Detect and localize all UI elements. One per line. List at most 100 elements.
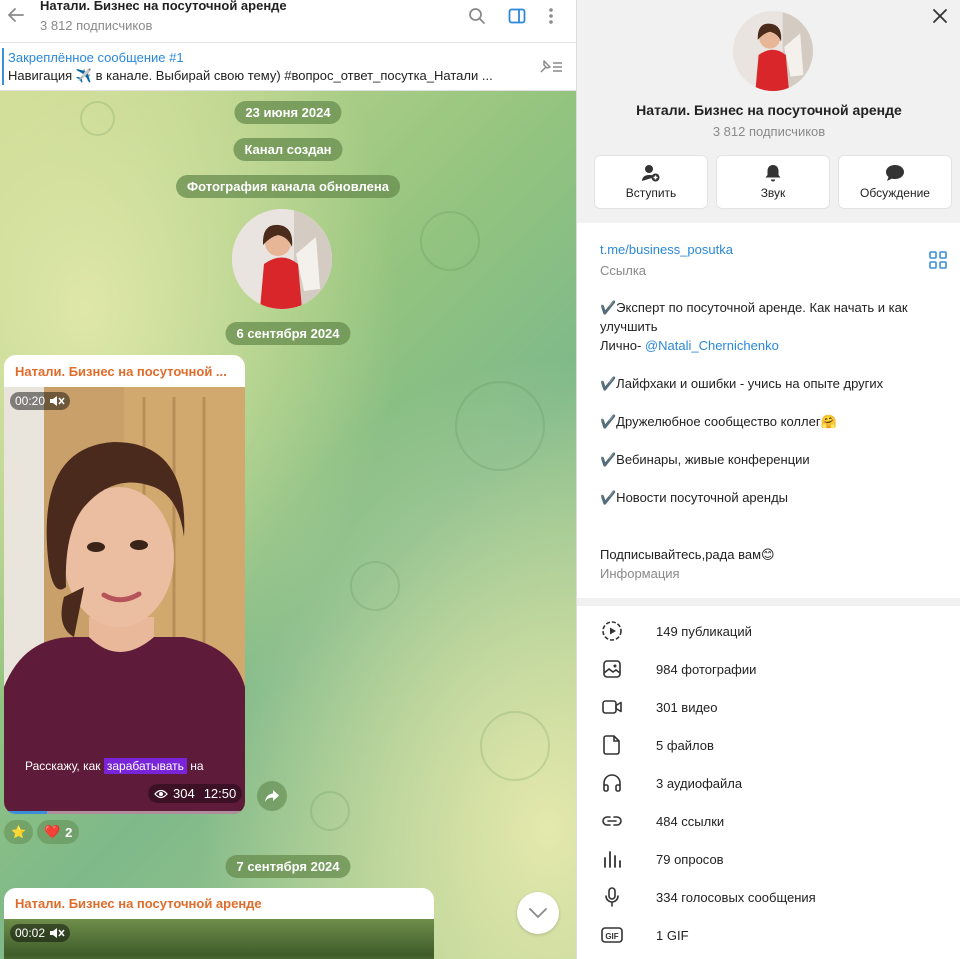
stat-audio[interactable]: 3 аудиофайла [577, 764, 960, 802]
video-player[interactable]: 00:02 [4, 919, 434, 959]
video-icon [601, 696, 623, 718]
close-button[interactable] [930, 6, 950, 26]
background-doodle [350, 561, 400, 611]
discussion-label: Обсуждение [860, 186, 930, 200]
date-separator: 6 сентября 2024 [225, 322, 351, 345]
stat-videos[interactable]: 301 видео [577, 688, 960, 726]
back-button[interactable] [6, 5, 26, 25]
channel-link[interactable]: t.me/business_posutka [600, 242, 733, 257]
description-line: ✔️Новости посуточной аренды [600, 490, 788, 505]
pinned-indicator [2, 48, 4, 85]
channel-info-card: t.me/business_posutka Ссылка ✔️Эксперт п… [577, 223, 960, 598]
stat-label: 79 опросов [656, 851, 724, 867]
message-meta: 304 12:50 [148, 784, 243, 803]
channel-photo[interactable] [232, 209, 332, 309]
star-icon: ⭐ [11, 825, 26, 839]
sidebar-toggle-button[interactable] [506, 5, 528, 27]
pin-list-icon [540, 60, 562, 73]
muted-icon [50, 396, 65, 406]
reaction-star[interactable]: ⭐ [4, 820, 33, 844]
stat-files[interactable]: 5 файлов [577, 726, 960, 764]
join-button[interactable]: Вступить [594, 155, 708, 209]
scroll-down-button[interactable] [517, 892, 559, 934]
reactions-bar: ⭐ ❤️ 2 [4, 820, 80, 844]
stat-label: 5 файлов [656, 737, 714, 753]
info-label: Информация [600, 566, 680, 581]
pinned-title: Закреплённое сообщение #1 [8, 50, 184, 65]
video-caption: Расскажу, как зарабатывать на [25, 758, 204, 774]
arrow-left-icon [8, 8, 24, 22]
link-icon [601, 810, 623, 832]
stat-label: 1 GIF [656, 927, 689, 943]
description-line: ✔️Лайфхаки и ошибки - учись на опыте дру… [600, 376, 884, 391]
description-prefix: Лично- [600, 338, 645, 353]
stat-gif[interactable]: GIF 1 GIF [577, 916, 960, 954]
stat-posts[interactable]: 149 публикаций [577, 612, 960, 650]
caption-highlight: зарабатывать [103, 758, 187, 774]
description-line: ✔️Эксперт по посуточной аренде. Как нача… [600, 300, 908, 334]
stat-label: 334 голосовых сообщения [656, 889, 816, 905]
stat-links[interactable]: 484 ссылки [577, 802, 960, 840]
service-message-created: Канал создан [233, 138, 343, 161]
view-count: 304 [173, 786, 195, 801]
discussion-button[interactable]: Обсуждение [838, 155, 952, 209]
chat-subscribers: 3 812 подписчиков [40, 18, 153, 33]
stat-polls[interactable]: 79 опросов [577, 840, 960, 878]
chat-column: Натали. Бизнес на посуточной аренде 3 81… [0, 0, 576, 959]
heart-icon: ❤️ [43, 824, 61, 839]
caption-before: Расскажу, как [25, 759, 104, 773]
reaction-count: 2 [65, 824, 73, 840]
reaction-heart[interactable]: ❤️ 2 [36, 820, 80, 844]
duration-text: 00:20 [15, 394, 46, 408]
video-player[interactable]: 00:20 Расскажу, как зарабатывать на 304 … [4, 387, 245, 814]
headphones-icon [601, 772, 623, 794]
channel-link-label: Ссылка [600, 263, 647, 278]
svg-text:GIF: GIF [605, 932, 618, 941]
video-message[interactable]: Натали. Бизнес на посуточной ... 00:20 Р… [4, 355, 245, 814]
message-author[interactable]: Натали. Бизнес на посуточной аренде [15, 896, 262, 911]
caption-after: на [186, 759, 204, 773]
eye-icon [154, 789, 168, 798]
chevron-down-icon [529, 908, 547, 918]
media-stats-list: 149 публикаций 984 фотографии 301 видео … [577, 606, 960, 959]
qr-code-button[interactable] [929, 251, 947, 269]
muted-icon [50, 928, 65, 938]
search-button[interactable] [466, 5, 488, 27]
microphone-icon [601, 886, 623, 908]
stat-label: 149 публикаций [656, 623, 752, 639]
background-doodle [480, 711, 550, 781]
sound-label: Звук [760, 186, 786, 200]
sound-button[interactable]: Звук [716, 155, 830, 209]
chat-title[interactable]: Натали. Бизнес на посуточной аренде [40, 0, 287, 13]
channel-info-panel: Натали. Бизнес на посуточной аренде 3 81… [576, 0, 960, 959]
pinned-list-button[interactable] [538, 57, 564, 77]
channel-description: ✔️Эксперт по посуточной аренде. Как нача… [600, 298, 945, 564]
stat-photos[interactable]: 984 фотографии [577, 650, 960, 688]
pinned-message[interactable]: Закреплённое сообщение #1 Навигация ✈️ в… [0, 43, 576, 91]
date-separator: 7 сентября 2024 [225, 855, 351, 878]
more-vertical-icon [549, 8, 553, 24]
close-icon [933, 9, 947, 23]
forward-button[interactable] [257, 781, 287, 811]
profile-subscribers: 3 812 подписчиков [712, 124, 826, 139]
description-line: Подписывайтесь,рада вам😊 [600, 547, 775, 562]
more-menu-button[interactable] [540, 5, 562, 27]
video-duration: 00:02 [10, 924, 71, 942]
video-message[interactable]: Натали. Бизнес на посуточной аренде 00:0… [4, 888, 434, 959]
posts-icon [601, 620, 623, 642]
stat-voice[interactable]: 334 голосовых сообщения [577, 878, 960, 916]
poll-icon [601, 848, 623, 870]
profile-avatar[interactable] [733, 11, 813, 91]
sidebar-icon [508, 8, 526, 24]
stat-label: 484 ссылки [656, 813, 725, 829]
message-author[interactable]: Натали. Бизнес на посуточной ... [15, 364, 227, 379]
channel-photo-image [232, 209, 332, 309]
pinned-text: Навигация ✈️ в канале. Выбирай свою тему… [8, 68, 493, 83]
mention-link[interactable]: @Natali_Chernichenko [645, 338, 779, 353]
file-icon [601, 734, 623, 756]
add-user-icon [642, 165, 660, 182]
chat-background: 23 июня 2024 Канал создан Фотография кан… [0, 91, 576, 959]
video-progress-bar[interactable] [4, 811, 245, 814]
date-separator: 23 июня 2024 [234, 101, 342, 124]
description-line: ✔️Дружелюбное сообщество коллег🤗 [600, 414, 837, 429]
